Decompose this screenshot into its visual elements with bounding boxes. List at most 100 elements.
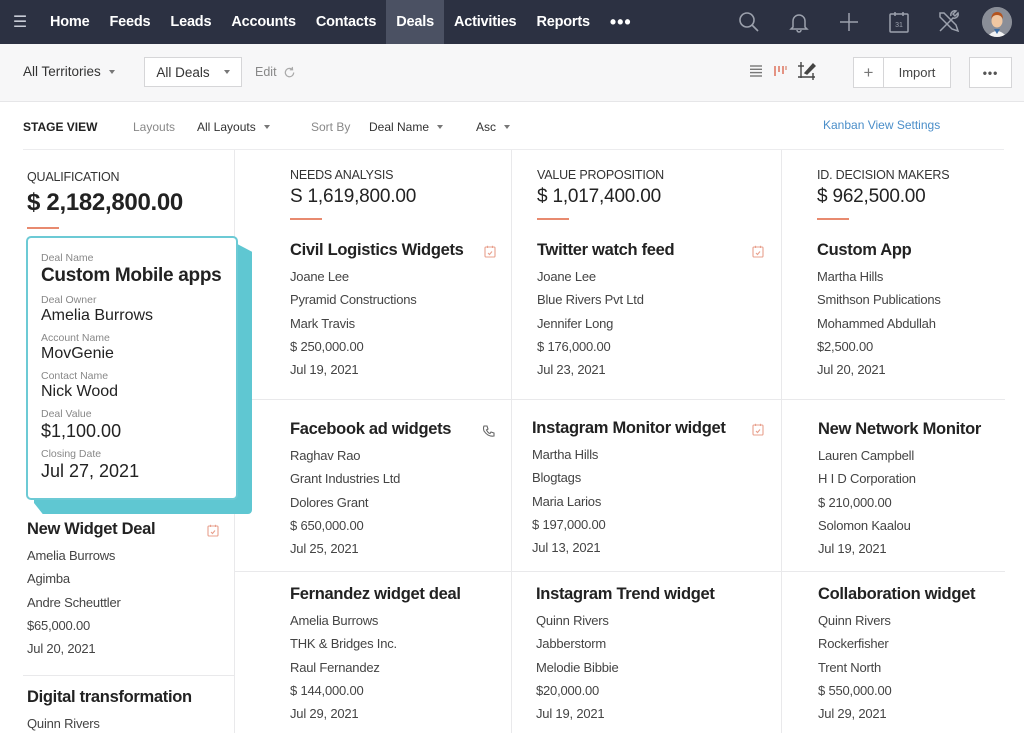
- chevron-down-icon: [223, 70, 230, 74]
- tools-icon[interactable]: [924, 0, 974, 44]
- deal-card[interactable]: Fernandez widget deal Amelia Burrows THK…: [290, 585, 496, 725]
- deal-owner: Raghav Rao: [290, 448, 361, 463]
- sort-field-dropdown[interactable]: Deal Name: [369, 120, 444, 134]
- contact-name: Mark Travis: [290, 315, 355, 331]
- deal-title: Collaboration widget: [818, 585, 976, 603]
- sort-order-value: Asc: [476, 120, 497, 134]
- territory-label: All Territories: [23, 64, 101, 79]
- deal-amount: $ 250,000.00: [290, 338, 364, 354]
- deal-title: Custom App: [817, 241, 912, 259]
- nav-contacts[interactable]: Contacts: [306, 0, 386, 44]
- edit-view-button[interactable]: Edit: [255, 65, 296, 79]
- deal-owner: Quinn Rivers: [818, 613, 891, 628]
- closing-date: Jul 19, 2021: [536, 706, 605, 722]
- deal-amount: $ 650,000.00: [290, 517, 364, 533]
- sort-by-label: Sort By: [311, 120, 351, 134]
- task-icon[interactable]: [484, 245, 496, 263]
- closing-date: Jul 19, 2021: [818, 541, 887, 557]
- nav-activities[interactable]: Activities: [444, 0, 526, 44]
- deal-amount: $ 144,000.00: [290, 682, 364, 698]
- row-divider: [235, 399, 1005, 400]
- deal-card[interactable]: Facebook ad widgets Raghav Rao Grant Ind…: [290, 420, 496, 560]
- kanban-view-icon[interactable]: [772, 64, 788, 83]
- nav-feeds[interactable]: Feeds: [100, 0, 161, 44]
- closing-date: Jul 25, 2021: [290, 541, 359, 557]
- more-options-button[interactable]: •••: [969, 57, 1012, 88]
- import-button[interactable]: Import: [884, 58, 950, 87]
- deal-owner: Joane Lee: [537, 269, 596, 284]
- deal-amount: $ 210,000.00: [818, 494, 892, 510]
- deal-card[interactable]: Digital transformation Quinn Rivers: [27, 688, 219, 733]
- deal-card[interactable]: New Widget Deal Amelia Burrows Agimba An…: [27, 520, 219, 660]
- kanban-view-settings-link[interactable]: Kanban View Settings: [823, 118, 940, 132]
- avatar[interactable]: [982, 7, 1012, 37]
- deal-owner: Lauren Campbell: [818, 448, 915, 463]
- deal-card[interactable]: Instagram Monitor widget Martha Hills Bl…: [532, 419, 764, 559]
- contact-name: Nick Wood: [41, 383, 119, 400]
- nav-leads[interactable]: Leads: [160, 0, 221, 44]
- view-dropdown[interactable]: All Deals: [144, 57, 242, 87]
- phone-icon[interactable]: [482, 424, 496, 443]
- kanban-board: QUALIFICATION $ 2,182,800.00 Deal Name C…: [0, 150, 1024, 733]
- stage-name: NEEDS ANALYSIS: [290, 168, 394, 182]
- field-label: Deal Name: [41, 252, 94, 264]
- stage-underline: [817, 218, 849, 220]
- contact-name: Mohammed Abdullah: [817, 315, 936, 331]
- deal-card[interactable]: Custom App Martha Hills Smithson Publica…: [817, 241, 1007, 381]
- closing-date: Jul 29, 2021: [290, 706, 359, 722]
- stage-amount: $ 2,182,800.00: [27, 189, 183, 216]
- deal-owner: Joane Lee: [290, 269, 349, 284]
- sort-order-dropdown[interactable]: Asc: [476, 120, 511, 134]
- plus-icon[interactable]: [824, 0, 874, 44]
- deal-title: Instagram Monitor widget: [532, 419, 726, 437]
- stage-underline: [27, 227, 59, 229]
- refresh-icon[interactable]: [283, 66, 296, 79]
- deal-title: New Network Monitor: [818, 420, 981, 438]
- chevron-down-icon: [263, 125, 270, 129]
- deal-card[interactable]: New Network Monitor Lauren Campbell H I …: [818, 420, 1018, 560]
- calendar-icon[interactable]: 31: [874, 0, 924, 44]
- search-icon[interactable]: [724, 0, 774, 44]
- account-name: Agimba: [27, 571, 70, 587]
- closing-date: Jul 27, 2021: [41, 461, 140, 481]
- task-icon[interactable]: [752, 423, 764, 441]
- nav-accounts[interactable]: Accounts: [221, 0, 305, 44]
- deal-name: Custom Mobile apps: [41, 265, 222, 286]
- nav-more-button[interactable]: •••: [600, 12, 642, 33]
- deal-title: Instagram Trend widget: [536, 585, 715, 603]
- stage-name: VALUE PROPOSITION: [537, 168, 664, 182]
- top-nav: ☰ Home Feeds Leads Accounts Contacts Dea…: [0, 0, 1024, 44]
- deal-card[interactable]: Civil Logistics Widgets Joane Lee Pyrami…: [290, 241, 496, 381]
- stage-underline: [290, 218, 322, 220]
- stage-underline: [537, 218, 569, 220]
- task-icon[interactable]: [752, 245, 764, 263]
- stage-view-bar: STAGE VIEW Layouts All Layouts Sort By D…: [0, 102, 1024, 150]
- stage-header-qualification: QUALIFICATION $ 2,182,800.00: [27, 170, 183, 229]
- nav-reports[interactable]: Reports: [526, 0, 599, 44]
- account-name: Smithson Publications: [817, 292, 941, 308]
- deal-owner: Amelia Burrows: [290, 613, 379, 628]
- dragging-deal-card[interactable]: Deal Name Custom Mobile apps Deal Owner …: [26, 236, 238, 500]
- layouts-dropdown[interactable]: All Layouts: [197, 120, 270, 134]
- deal-card[interactable]: Collaboration widget Quinn Rivers Rocker…: [818, 585, 1008, 725]
- create-deal-button[interactable]: +: [854, 58, 884, 87]
- contact-name: Jennifer Long: [537, 315, 614, 331]
- bell-icon[interactable]: [774, 0, 824, 44]
- account-name: Grant Industries Ltd: [290, 471, 401, 487]
- deal-card[interactable]: Twitter watch feed Joane Lee Blue Rivers…: [537, 241, 764, 381]
- nav-home[interactable]: Home: [40, 0, 100, 44]
- deal-card[interactable]: Instagram Trend widget Quinn Rivers Jabb…: [536, 585, 764, 725]
- toolbar: All Territories All Deals Edit + Import …: [0, 44, 1024, 102]
- list-view-icon[interactable]: [748, 64, 764, 83]
- nav-deals[interactable]: Deals: [386, 0, 444, 44]
- closing-date: Jul 13, 2021: [532, 540, 601, 556]
- task-icon[interactable]: [207, 524, 219, 542]
- chevron-down-icon: [108, 69, 115, 74]
- account-name: Rockerfisher: [818, 636, 889, 652]
- menu-icon[interactable]: ☰: [0, 0, 40, 44]
- closing-date: Jul 19, 2021: [290, 362, 359, 378]
- canvas-view-icon[interactable]: [796, 60, 818, 87]
- closing-date: Jul 20, 2021: [27, 641, 96, 657]
- closing-date: Jul 23, 2021: [537, 362, 606, 378]
- territory-dropdown[interactable]: All Territories: [23, 64, 115, 79]
